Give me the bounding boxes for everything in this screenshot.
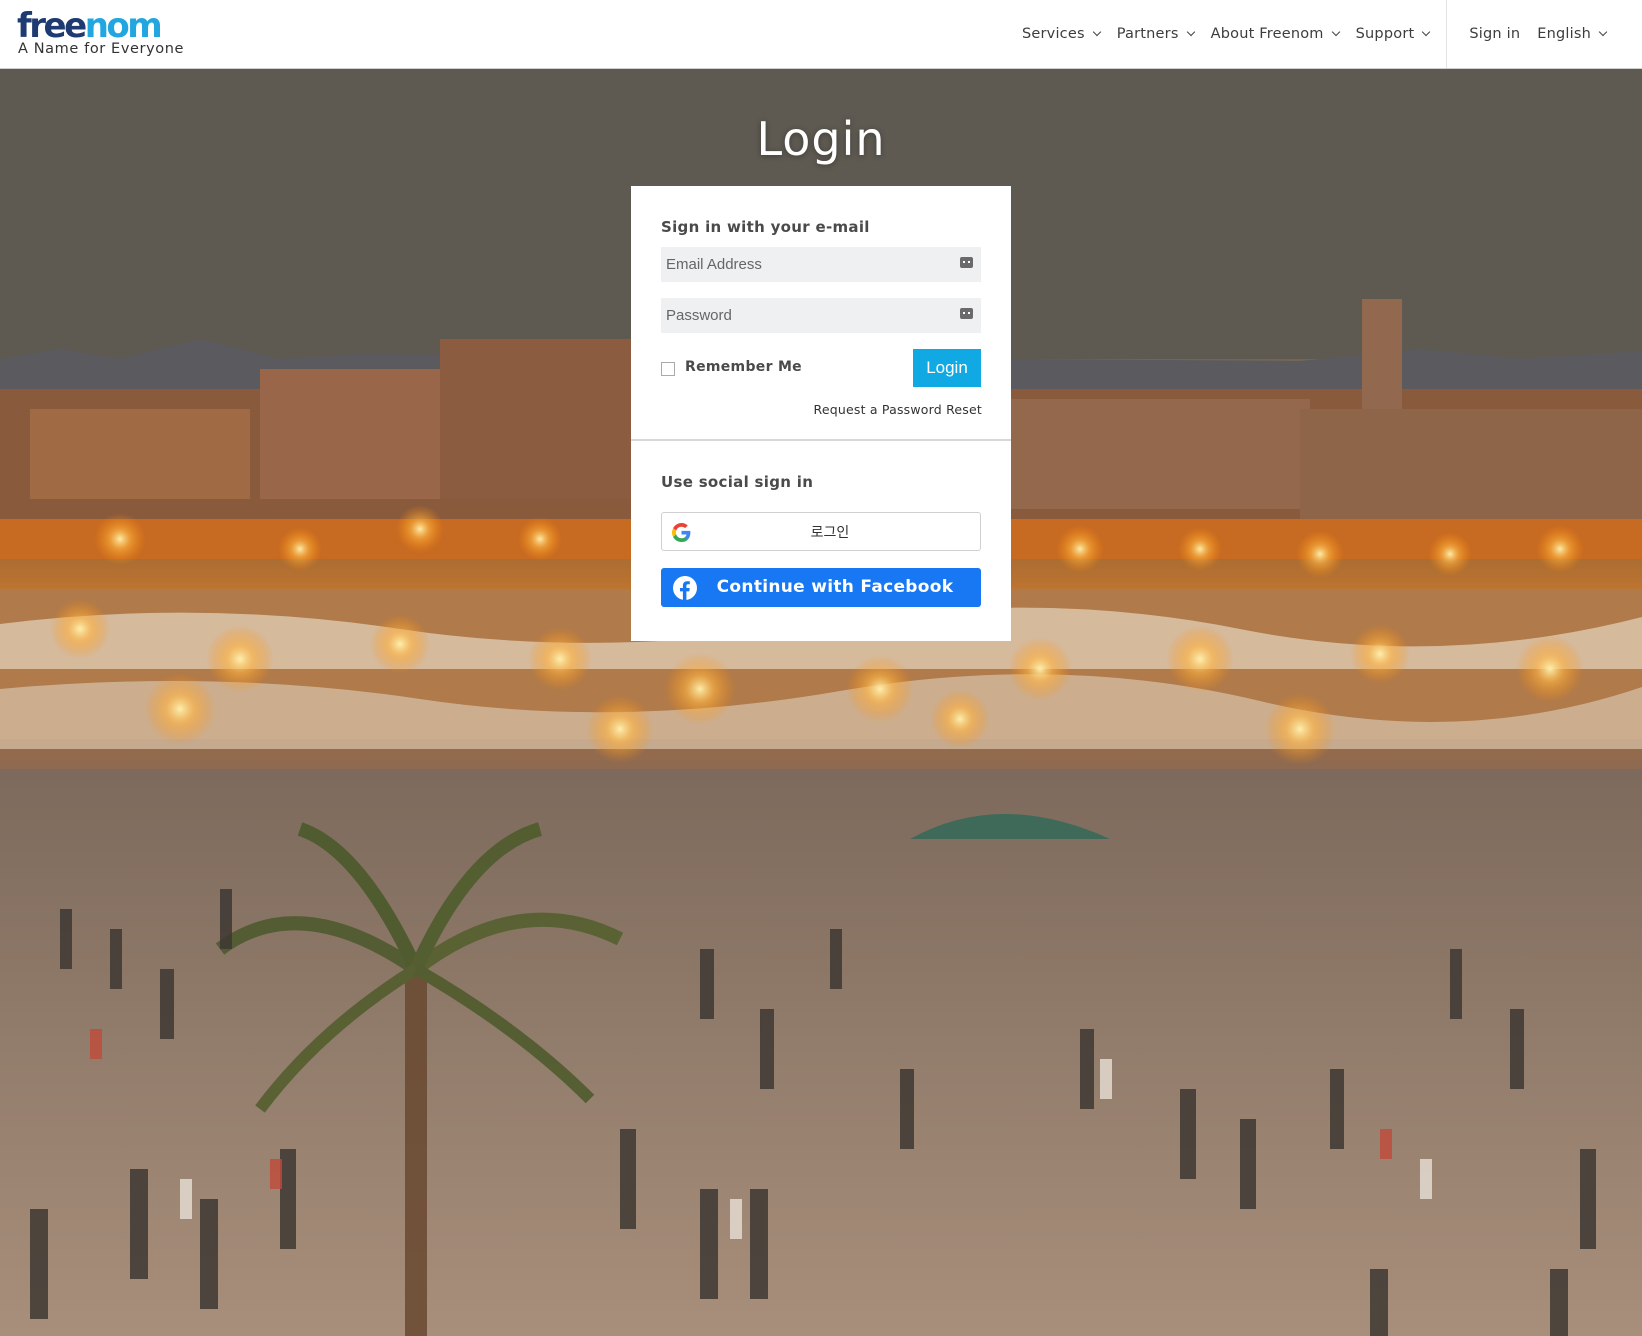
card-divider [631,439,1011,441]
social-section-title: Use social sign in [661,473,814,491]
chevron-down-icon [1331,27,1340,37]
logo-tagline: A Name for Everyone [18,41,185,57]
page-title: Login [756,112,886,166]
password-input[interactable] [661,298,981,333]
nav-services[interactable]: Services [1021,26,1101,42]
keyboard-icon[interactable] [960,257,973,268]
nav-account: Sign in English [1452,26,1642,42]
chevron-down-icon [1422,27,1431,37]
remember-me-checkbox[interactable] [661,362,675,376]
nav-support-label: Support [1355,26,1415,42]
chevron-down-icon [1092,27,1101,37]
facebook-sign-in-button[interactable]: Continue with Facebook [661,568,981,607]
main-nav: Services Partners About Freenom Support … [1022,0,1642,68]
remember-me-label: Remember Me [685,359,802,375]
keyboard-icon[interactable] [960,308,973,319]
nav-sign-in-link[interactable]: Sign in [1469,26,1520,42]
nav-services-label: Services [1021,26,1085,42]
login-card: Sign in with your e-mail Remember Me Log… [631,186,1011,641]
language-label: English [1537,26,1591,42]
chevron-down-icon [1186,27,1195,37]
password-reset-link[interactable]: Request a Password Reset [814,402,982,417]
chevron-down-icon [1598,27,1608,37]
email-field-wrapper [661,247,981,282]
nav-sign-in-label: Sign in [1469,26,1521,42]
nav-partners-label: Partners [1116,26,1179,42]
site-header: freenom A Name for Everyone Services Par… [0,0,1642,69]
freenom-logo[interactable]: freenom A Name for Everyone [17,7,184,57]
facebook-sign-in-label: Continue with Facebook [716,577,954,597]
logo-wordmark: freenom [17,6,163,46]
email-input[interactable] [661,247,981,282]
email-section-title: Sign in with your e-mail [661,218,870,236]
nav-partners[interactable]: Partners [1116,26,1195,42]
nav-about[interactable]: About Freenom [1210,26,1340,42]
google-sign-in-label: 로그인 [810,525,850,541]
google-sign-in-button[interactable]: 로그인 [661,512,981,551]
remember-me: Remember Me [661,358,802,376]
nav-support[interactable]: Support [1355,26,1431,42]
nav-about-label: About Freenom [1210,26,1324,42]
password-field-wrapper [661,298,981,333]
nav-divider [1446,0,1448,68]
language-selector[interactable]: English [1537,26,1608,42]
login-button[interactable]: Login [913,349,981,387]
